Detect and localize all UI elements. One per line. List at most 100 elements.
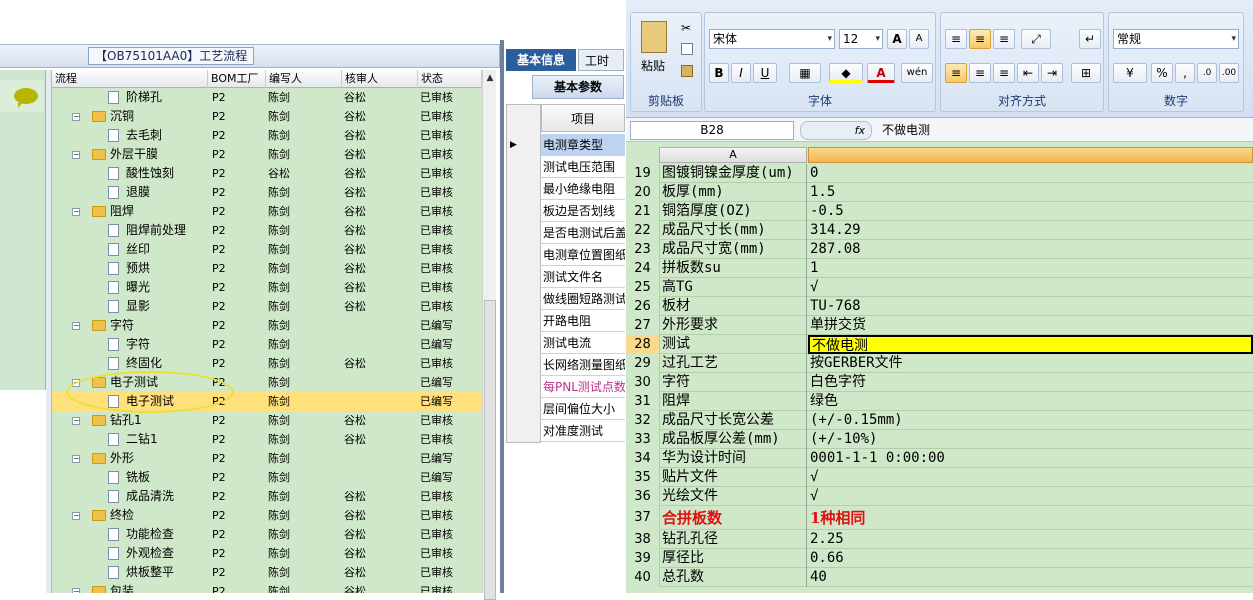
indent-decrease-icon[interactable]: ⇤: [1017, 63, 1039, 83]
row-number[interactable]: 21: [626, 202, 659, 221]
tree-row[interactable]: 酸性蚀刻 P2 谷松 谷松 已审核: [52, 164, 482, 183]
cell-a[interactable]: 铜箔厚度(OZ): [659, 202, 807, 221]
param-item[interactable]: 板边是否划线: [541, 200, 625, 222]
row-number[interactable]: 24: [626, 259, 659, 278]
border-button[interactable]: ▦: [789, 63, 821, 83]
col-header-writer[interactable]: 编写人: [266, 70, 342, 88]
cell-a[interactable]: 成品尺寸长(mm): [659, 221, 807, 240]
subtab-basic-params[interactable]: 基本参数: [532, 75, 624, 99]
cell-b[interactable]: (+/-10%): [808, 430, 1253, 449]
tree-row[interactable]: 丝印 P2 陈剑 谷松 已审核: [52, 240, 482, 259]
align-bottom-icon[interactable]: ≡: [993, 29, 1015, 49]
param-item[interactable]: 最小绝缘电阻: [541, 178, 625, 200]
collapse-icon[interactable]: −: [72, 113, 80, 121]
cell-a[interactable]: 图镀铜镍金厚度(um): [659, 164, 807, 183]
decrease-decimal-icon[interactable]: .00: [1219, 63, 1239, 83]
underline-button[interactable]: U: [753, 63, 777, 83]
tree-row[interactable]: 字符 P2 陈剑 已编写: [52, 335, 482, 354]
scroll-thumb[interactable]: [484, 300, 496, 600]
param-item[interactable]: 电测章类型: [541, 134, 625, 156]
cell-a[interactable]: 阻焊: [659, 392, 807, 411]
tab-work-hours[interactable]: 工时: [578, 49, 624, 71]
tab-basic-info[interactable]: 基本信息: [506, 49, 576, 71]
orientation-icon[interactable]: ⤢: [1021, 29, 1051, 49]
cell-b[interactable]: TU-768: [808, 297, 1253, 316]
comment-tab[interactable]: [0, 80, 44, 112]
tree-row[interactable]: 功能检查 P2 陈剑 谷松 已审核: [52, 525, 482, 544]
row-number[interactable]: 29: [626, 354, 659, 373]
cell-a[interactable]: 成品板厚公差(mm): [659, 430, 807, 449]
tree-row[interactable]: − 外形 P2 陈剑 已编写: [52, 449, 482, 468]
fx-button[interactable]: fx: [800, 121, 872, 140]
align-middle-icon[interactable]: ≡: [969, 29, 991, 49]
cell-b[interactable]: 白色字符: [808, 373, 1253, 392]
tree-scrollbar[interactable]: ▲: [482, 70, 496, 600]
tree-row[interactable]: 预烘 P2 陈剑 谷松 已审核: [52, 259, 482, 278]
cell-a[interactable]: 贴片文件: [659, 468, 807, 487]
cell-a[interactable]: 厚径比: [659, 549, 807, 568]
cell-a[interactable]: 成品尺寸长宽公差: [659, 411, 807, 430]
collapse-icon[interactable]: −: [72, 151, 80, 159]
align-left-icon[interactable]: ≡: [945, 63, 967, 83]
row-number[interactable]: 37: [626, 506, 659, 530]
param-item[interactable]: 测试电压范围: [541, 156, 625, 178]
row-number[interactable]: 33: [626, 430, 659, 449]
col-header-reviewer[interactable]: 核审人: [342, 70, 418, 88]
cell-b[interactable]: √: [808, 487, 1253, 506]
row-number[interactable]: 28: [626, 335, 659, 354]
cell-b[interactable]: 1: [808, 259, 1253, 278]
increase-decimal-icon[interactable]: .0: [1197, 63, 1217, 83]
phonetic-button[interactable]: wén: [901, 63, 933, 83]
shrink-font-button[interactable]: A: [909, 29, 929, 49]
row-number[interactable]: 19: [626, 164, 659, 183]
param-item[interactable]: 开路电阻: [541, 310, 625, 332]
row-number[interactable]: 20: [626, 183, 659, 202]
align-top-icon[interactable]: ≡: [945, 29, 967, 49]
format-painter-icon[interactable]: [681, 65, 693, 77]
collapse-icon[interactable]: −: [72, 455, 80, 463]
collapse-icon[interactable]: −: [72, 322, 80, 330]
row-number[interactable]: 27: [626, 316, 659, 335]
row-number[interactable]: 25: [626, 278, 659, 297]
tree-row[interactable]: − 沉铜 P2 陈剑 谷松 已审核: [52, 107, 482, 126]
tree-row[interactable]: 铣板 P2 陈剑 已编写: [52, 468, 482, 487]
fill-color-icon[interactable]: ◆: [829, 63, 863, 83]
row-number[interactable]: 35: [626, 468, 659, 487]
param-item[interactable]: 测试电流: [541, 332, 625, 354]
row-number[interactable]: 22: [626, 221, 659, 240]
cell-a[interactable]: 华为设计时间: [659, 449, 807, 468]
cell-a[interactable]: 成品尺寸宽(mm): [659, 240, 807, 259]
italic-button[interactable]: I: [731, 63, 751, 83]
tree-row[interactable]: − 钻孔1 P2 陈剑 谷松 已审核: [52, 411, 482, 430]
cell-a[interactable]: 过孔工艺: [659, 354, 807, 373]
col-header-bom[interactable]: BOM工厂: [208, 70, 266, 88]
formula-input[interactable]: 不做电测: [882, 121, 930, 140]
tree-row[interactable]: 成品清洗 P2 陈剑 谷松 已审核: [52, 487, 482, 506]
percent-button[interactable]: %: [1151, 63, 1173, 83]
indent-increase-icon[interactable]: ⇥: [1041, 63, 1063, 83]
cell-a[interactable]: 高TG: [659, 278, 807, 297]
row-number[interactable]: 31: [626, 392, 659, 411]
cell-a[interactable]: 钻孔孔径: [659, 530, 807, 549]
column-a-header[interactable]: A: [659, 147, 807, 163]
row-number[interactable]: 36: [626, 487, 659, 506]
align-right-icon[interactable]: ≡: [993, 63, 1015, 83]
tree-row[interactable]: − 外层干膜 P2 陈剑 谷松 已审核: [52, 145, 482, 164]
tree-row[interactable]: 去毛刺 P2 陈剑 谷松 已审核: [52, 126, 482, 145]
scroll-up-icon[interactable]: ▲: [484, 72, 496, 84]
font-size-select[interactable]: 12: [839, 29, 883, 49]
collapse-icon[interactable]: −: [72, 417, 80, 425]
cell-a[interactable]: 板材: [659, 297, 807, 316]
paste-label[interactable]: 粘贴: [641, 57, 665, 74]
cell-b[interactable]: (+/-0.15mm): [808, 411, 1253, 430]
cell-a[interactable]: 合拼板数: [659, 506, 807, 530]
cut-icon[interactable]: ✂: [681, 21, 691, 35]
collapse-icon[interactable]: −: [72, 208, 80, 216]
cell-b[interactable]: 0001-1-1 0:00:00: [808, 449, 1253, 468]
cell-b[interactable]: 按GERBER文件: [808, 354, 1253, 373]
cell-b[interactable]: 1种相同: [808, 506, 1253, 530]
param-item[interactable]: 对准度测试: [541, 420, 625, 442]
column-b-header[interactable]: [808, 147, 1253, 163]
wrap-text-icon[interactable]: ↵: [1079, 29, 1101, 49]
cell-b[interactable]: 2.25: [808, 530, 1253, 549]
